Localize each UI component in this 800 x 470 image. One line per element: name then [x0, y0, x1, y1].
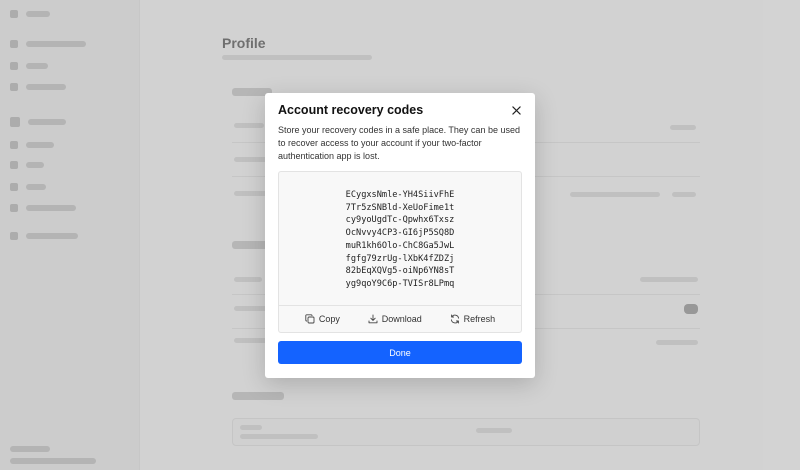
- recovery-code: cy9yoUgdTc-Qpwhx6Txsz: [345, 215, 455, 226]
- recovery-codes-panel: ECygxsNmle-YH4SiivFhE 7Tr5zSNBld-XeUoFim…: [278, 171, 522, 333]
- download-button[interactable]: Download: [368, 314, 422, 324]
- recovery-codes-list: ECygxsNmle-YH4SiivFhE 7Tr5zSNBld-XeUoFim…: [279, 189, 521, 291]
- refresh-label: Refresh: [463, 314, 496, 324]
- copy-button[interactable]: Copy: [305, 314, 340, 324]
- recovery-codes-dialog: Account recovery codes Store your recove…: [265, 93, 535, 378]
- refresh-button[interactable]: Refresh: [450, 314, 496, 324]
- done-button[interactable]: Done: [278, 341, 522, 364]
- copy-label: Copy: [318, 314, 340, 324]
- recovery-code: 7Tr5zSNBld-XeUoFime1t: [345, 202, 455, 213]
- recovery-code: muR1kh6Olo-ChC8Ga5JwL: [345, 240, 455, 251]
- codes-actions: Copy Download Refresh: [279, 305, 521, 332]
- recovery-code: OcNvvy4CP3-GI6jP5SQ8D: [345, 228, 455, 239]
- refresh-icon: [450, 314, 459, 324]
- recovery-code: ECygxsNmle-YH4SiivFhE: [345, 190, 455, 200]
- dialog-description: Store your recovery codes in a safe plac…: [278, 125, 520, 161]
- recovery-code: yg9qoY9C6p-TVISr8LPmq: [345, 278, 455, 289]
- download-label: Download: [381, 314, 422, 324]
- close-icon: [511, 105, 521, 115]
- download-icon: [368, 314, 378, 324]
- dialog-title: Account recovery codes: [278, 103, 424, 117]
- close-button[interactable]: [509, 103, 523, 117]
- recovery-code: 82bEqXQVg5-oiNp6YN8sT: [345, 266, 455, 277]
- copy-icon: [305, 314, 315, 324]
- recovery-code: fgfg79zrUg-lXbK4fZDZj: [345, 253, 455, 264]
